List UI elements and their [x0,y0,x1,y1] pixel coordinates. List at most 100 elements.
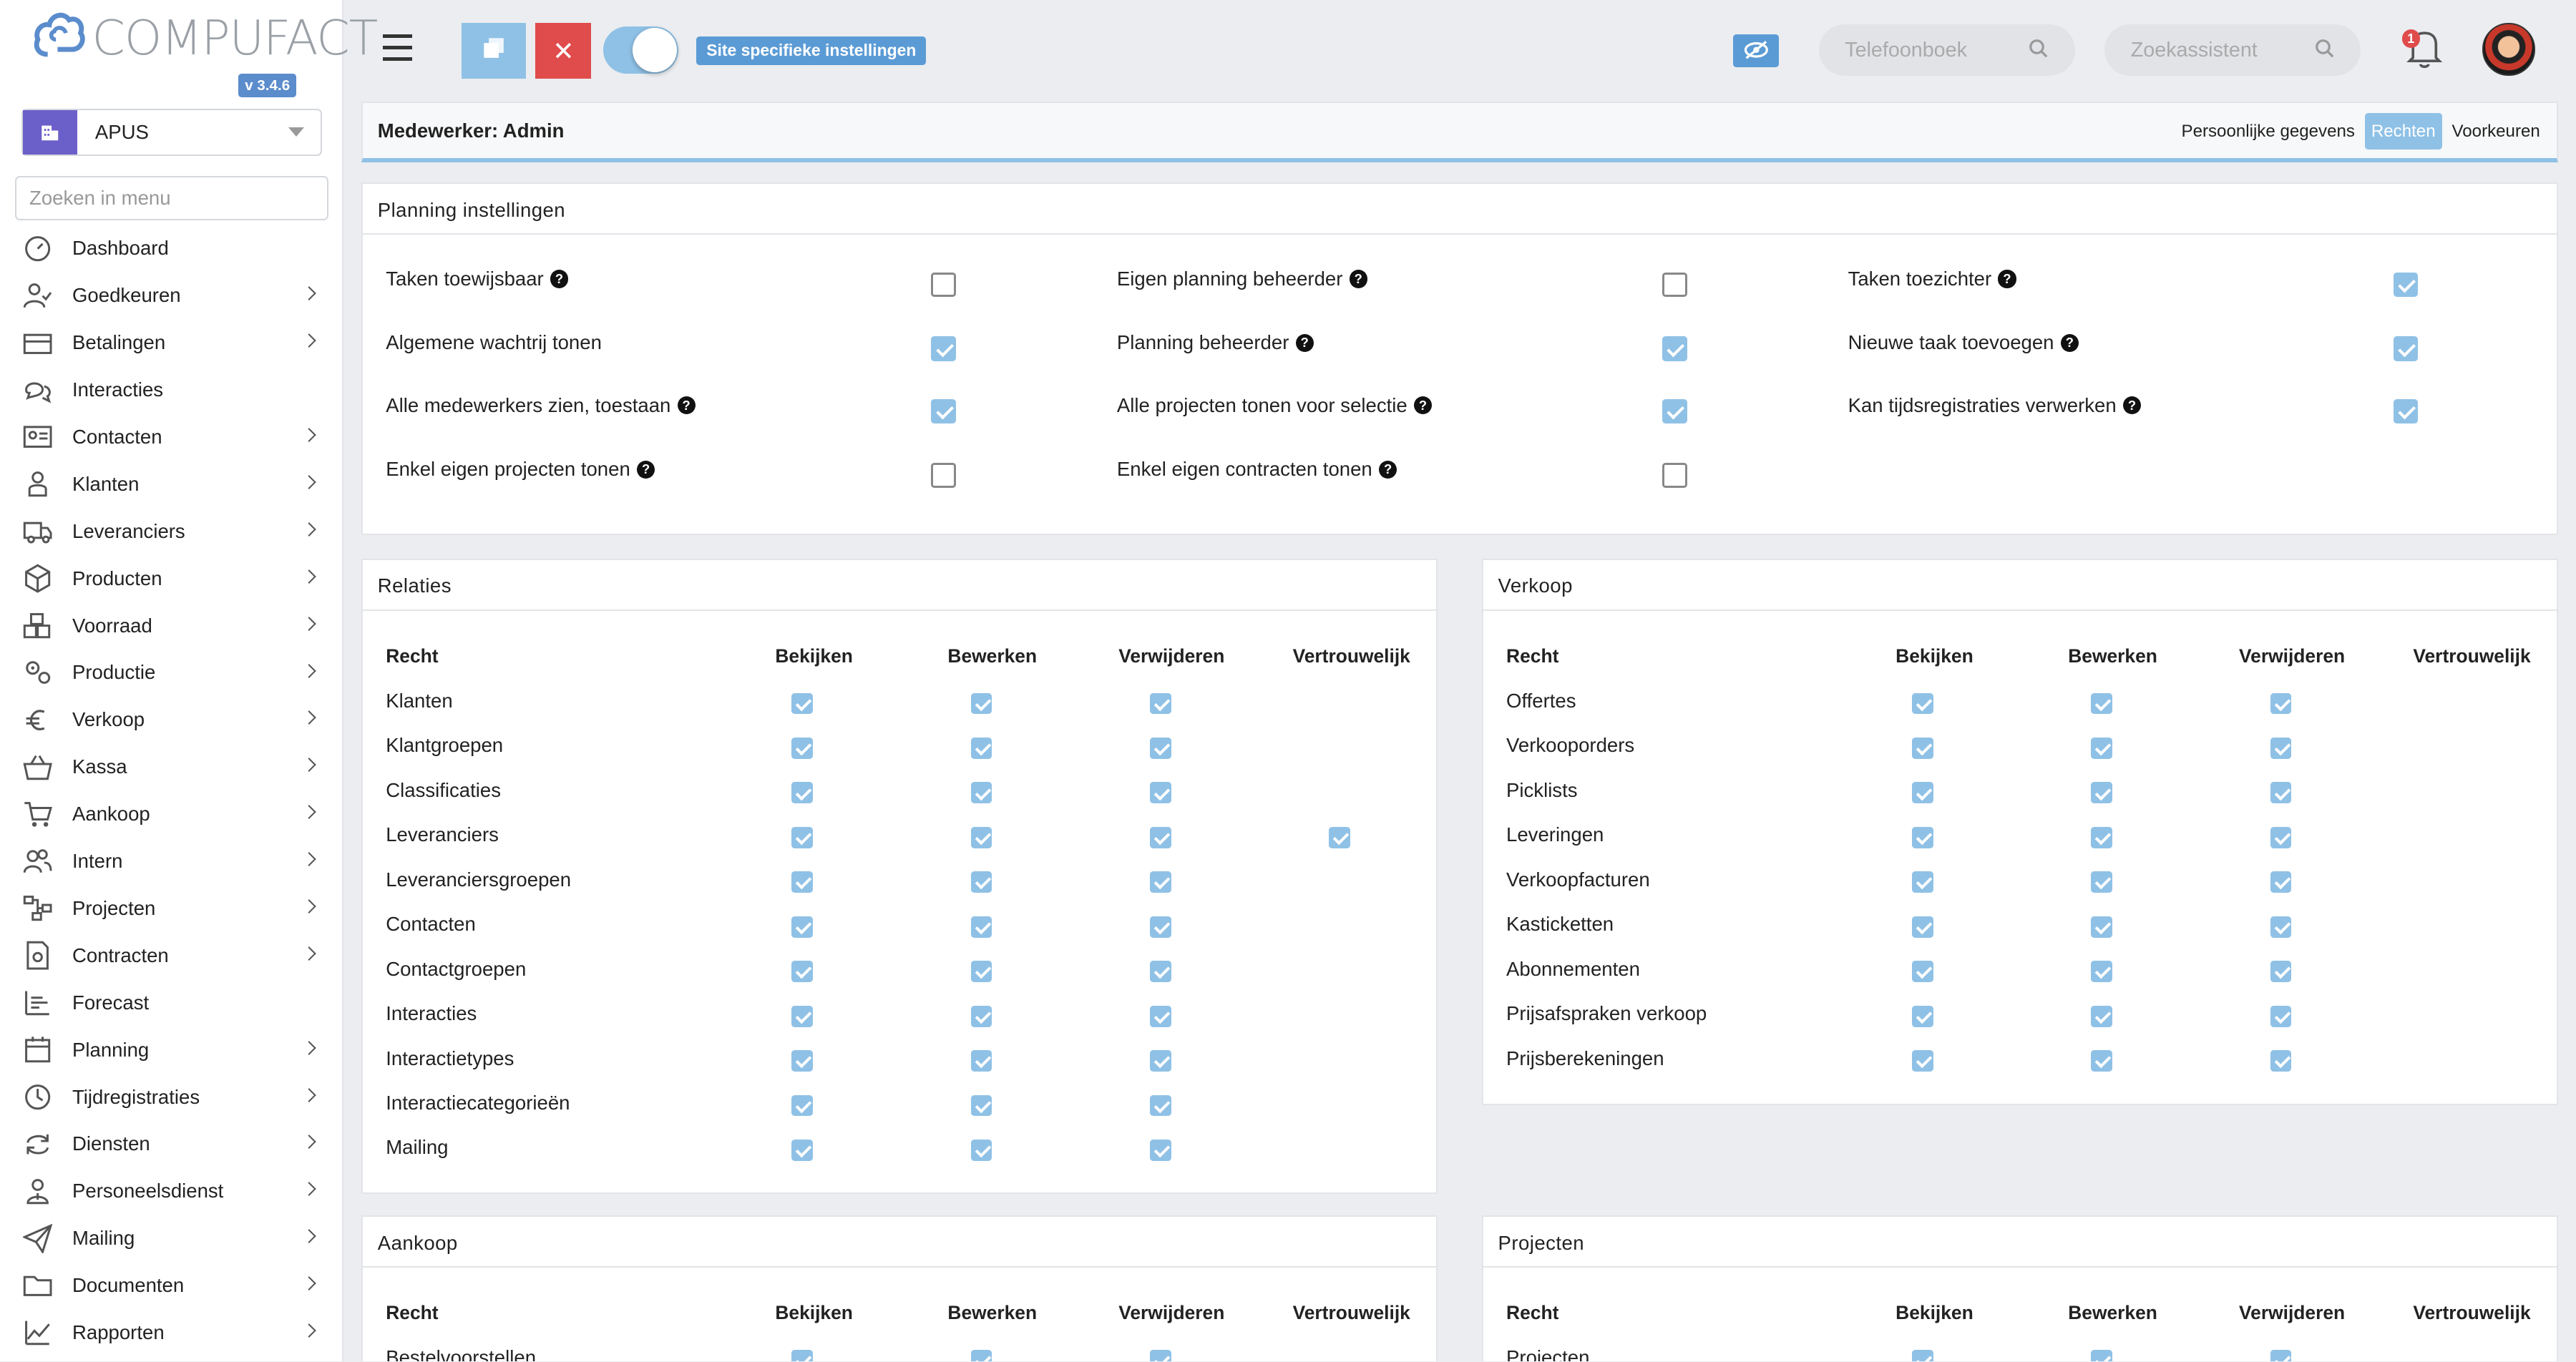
sidebar-item-planning[interactable]: Planning [0,1027,343,1074]
assistant-input[interactable] [2130,38,2312,62]
permission-checkbox-bewerken[interactable] [970,692,992,715]
permission-checkbox-bekijken[interactable] [1912,916,1933,938]
permission-checkbox-bewerken[interactable] [2091,1050,2113,1072]
planning-setting-checkbox[interactable] [2393,272,2419,298]
planning-setting-checkbox[interactable] [1662,463,1687,488]
permission-checkbox-verwijderen[interactable] [2270,738,2292,759]
sidebar-item-projecten[interactable]: Projecten [0,885,343,932]
sidebar-item-contacten[interactable]: Contacten [0,413,343,461]
permission-checkbox-bewerken[interactable] [970,961,992,983]
permission-checkbox-bekijken[interactable] [791,1005,814,1027]
sidebar-item-betalingen[interactable]: Betalingen [0,319,343,366]
permission-checkbox-bewerken[interactable] [2091,782,2113,804]
user-avatar[interactable] [2482,23,2535,76]
permission-checkbox-bekijken[interactable] [1912,871,1933,893]
planning-setting-checkbox[interactable] [1662,336,1687,361]
permission-checkbox-bekijken[interactable] [791,871,814,893]
permission-checkbox-vertrouwelijk[interactable] [1329,826,1350,848]
permission-checkbox-bewerken[interactable] [2091,1349,2113,1362]
permission-checkbox-verwijderen[interactable] [1149,826,1171,848]
planning-setting-checkbox[interactable] [2393,398,2419,424]
company-select[interactable]: APUS [21,108,322,157]
tab-persoonlijke-gegevens[interactable]: Persoonlijke gegevens [2175,113,2361,150]
permission-checkbox-bekijken[interactable] [791,692,814,715]
permission-checkbox-verwijderen[interactable] [2270,871,2292,893]
help-icon[interactable]: ? [2060,333,2079,353]
permission-checkbox-bewerken[interactable] [970,738,992,759]
permission-checkbox-verwijderen[interactable] [2270,1050,2292,1072]
permission-checkbox-bekijken[interactable] [1912,826,1933,848]
permission-checkbox-bewerken[interactable] [970,826,992,848]
permission-checkbox-bekijken[interactable] [791,916,814,938]
help-icon[interactable]: ? [636,460,655,479]
search-icon[interactable] [2029,35,2049,65]
permission-checkbox-bekijken[interactable] [791,1349,814,1362]
sidebar-item-productie[interactable]: Productie [0,650,343,697]
permission-checkbox-bekijken[interactable] [1912,782,1933,804]
help-icon[interactable]: ? [1998,270,2016,288]
permission-checkbox-bekijken[interactable] [791,826,814,848]
permission-checkbox-verwijderen[interactable] [1149,1094,1171,1117]
permission-checkbox-bewerken[interactable] [970,1005,992,1027]
help-icon[interactable]: ? [2122,396,2142,415]
site-settings-toggle[interactable] [602,26,679,74]
sidebar-item-dashboard[interactable]: Dashboard [0,225,343,273]
permission-checkbox-bekijken[interactable] [1912,961,1933,983]
phonebook-input[interactable] [1845,38,2026,62]
permission-checkbox-verwijderen[interactable] [2270,692,2292,715]
planning-setting-checkbox[interactable] [1662,398,1687,424]
permission-checkbox-verwijderen[interactable] [1149,1005,1171,1027]
planning-setting-checkbox[interactable] [2393,336,2419,361]
permission-checkbox-verwijderen[interactable] [2270,1005,2292,1027]
sidebar-item-aankoop[interactable]: Aankoop [0,790,343,838]
permission-checkbox-verwijderen[interactable] [2270,961,2292,983]
sidebar-item-tijdregistraties[interactable]: Tijdregistraties [0,1074,343,1121]
sidebar-item-personeelsdienst[interactable]: Personeelsdienst [0,1167,343,1215]
permission-checkbox-bewerken[interactable] [970,1349,992,1362]
hide-eye-button[interactable] [1733,34,1780,68]
permission-checkbox-bewerken[interactable] [2091,692,2113,715]
permission-checkbox-bewerken[interactable] [970,782,992,804]
sidebar-item-leveranciers[interactable]: Leveranciers [0,508,343,555]
sidebar-item-voorraad[interactable]: Voorraad [0,602,343,650]
menu-search-input[interactable] [14,175,329,220]
planning-setting-checkbox[interactable] [931,336,956,361]
permission-checkbox-bewerken[interactable] [2091,826,2113,848]
help-icon[interactable]: ? [1378,460,1397,479]
permission-checkbox-bekijken[interactable] [1912,1349,1933,1362]
permission-checkbox-bekijken[interactable] [1912,1005,1933,1027]
permission-checkbox-bewerken[interactable] [970,1094,992,1117]
sidebar-item-contracten[interactable]: Contracten [0,932,343,979]
permission-checkbox-verwijderen[interactable] [2270,916,2292,938]
permission-checkbox-bewerken[interactable] [2091,961,2113,983]
permission-checkbox-bewerken[interactable] [2091,916,2113,938]
planning-setting-checkbox[interactable] [931,463,956,488]
permission-checkbox-verwijderen[interactable] [1149,871,1171,893]
permission-checkbox-verwijderen[interactable] [1149,1349,1171,1362]
search-icon[interactable] [2315,35,2335,65]
permission-checkbox-bewerken[interactable] [2091,1005,2113,1027]
planning-setting-checkbox[interactable] [931,398,956,424]
close-button[interactable]: ✕ [535,23,592,79]
planning-setting-checkbox[interactable] [931,272,956,298]
permission-checkbox-verwijderen[interactable] [1149,916,1171,938]
permission-checkbox-verwijderen[interactable] [2270,782,2292,804]
sidebar-item-kassa[interactable]: Kassa [0,743,343,790]
help-icon[interactable]: ? [1349,270,1367,288]
tab-voorkeuren[interactable]: Voorkeuren [2445,113,2547,150]
permission-checkbox-bewerken[interactable] [2091,738,2113,759]
permission-checkbox-bekijken[interactable] [1912,738,1933,759]
permission-checkbox-bekijken[interactable] [1912,1050,1933,1072]
sidebar-item-goedkeuren[interactable]: Goedkeuren [0,272,343,319]
planning-setting-checkbox[interactable] [1662,272,1687,298]
permission-checkbox-bewerken[interactable] [970,1050,992,1072]
sidebar-item-interacties[interactable]: Interacties [0,366,343,413]
permission-checkbox-verwijderen[interactable] [1149,738,1171,759]
permission-checkbox-bewerken[interactable] [970,871,992,893]
duplicate-button[interactable] [462,23,526,79]
permission-checkbox-verwijderen[interactable] [1149,692,1171,715]
brand-logo[interactable]: COMPUFACT [33,10,378,66]
permission-checkbox-verwijderen[interactable] [1149,961,1171,983]
help-icon[interactable]: ? [1413,396,1433,415]
help-icon[interactable]: ? [1295,333,1314,353]
